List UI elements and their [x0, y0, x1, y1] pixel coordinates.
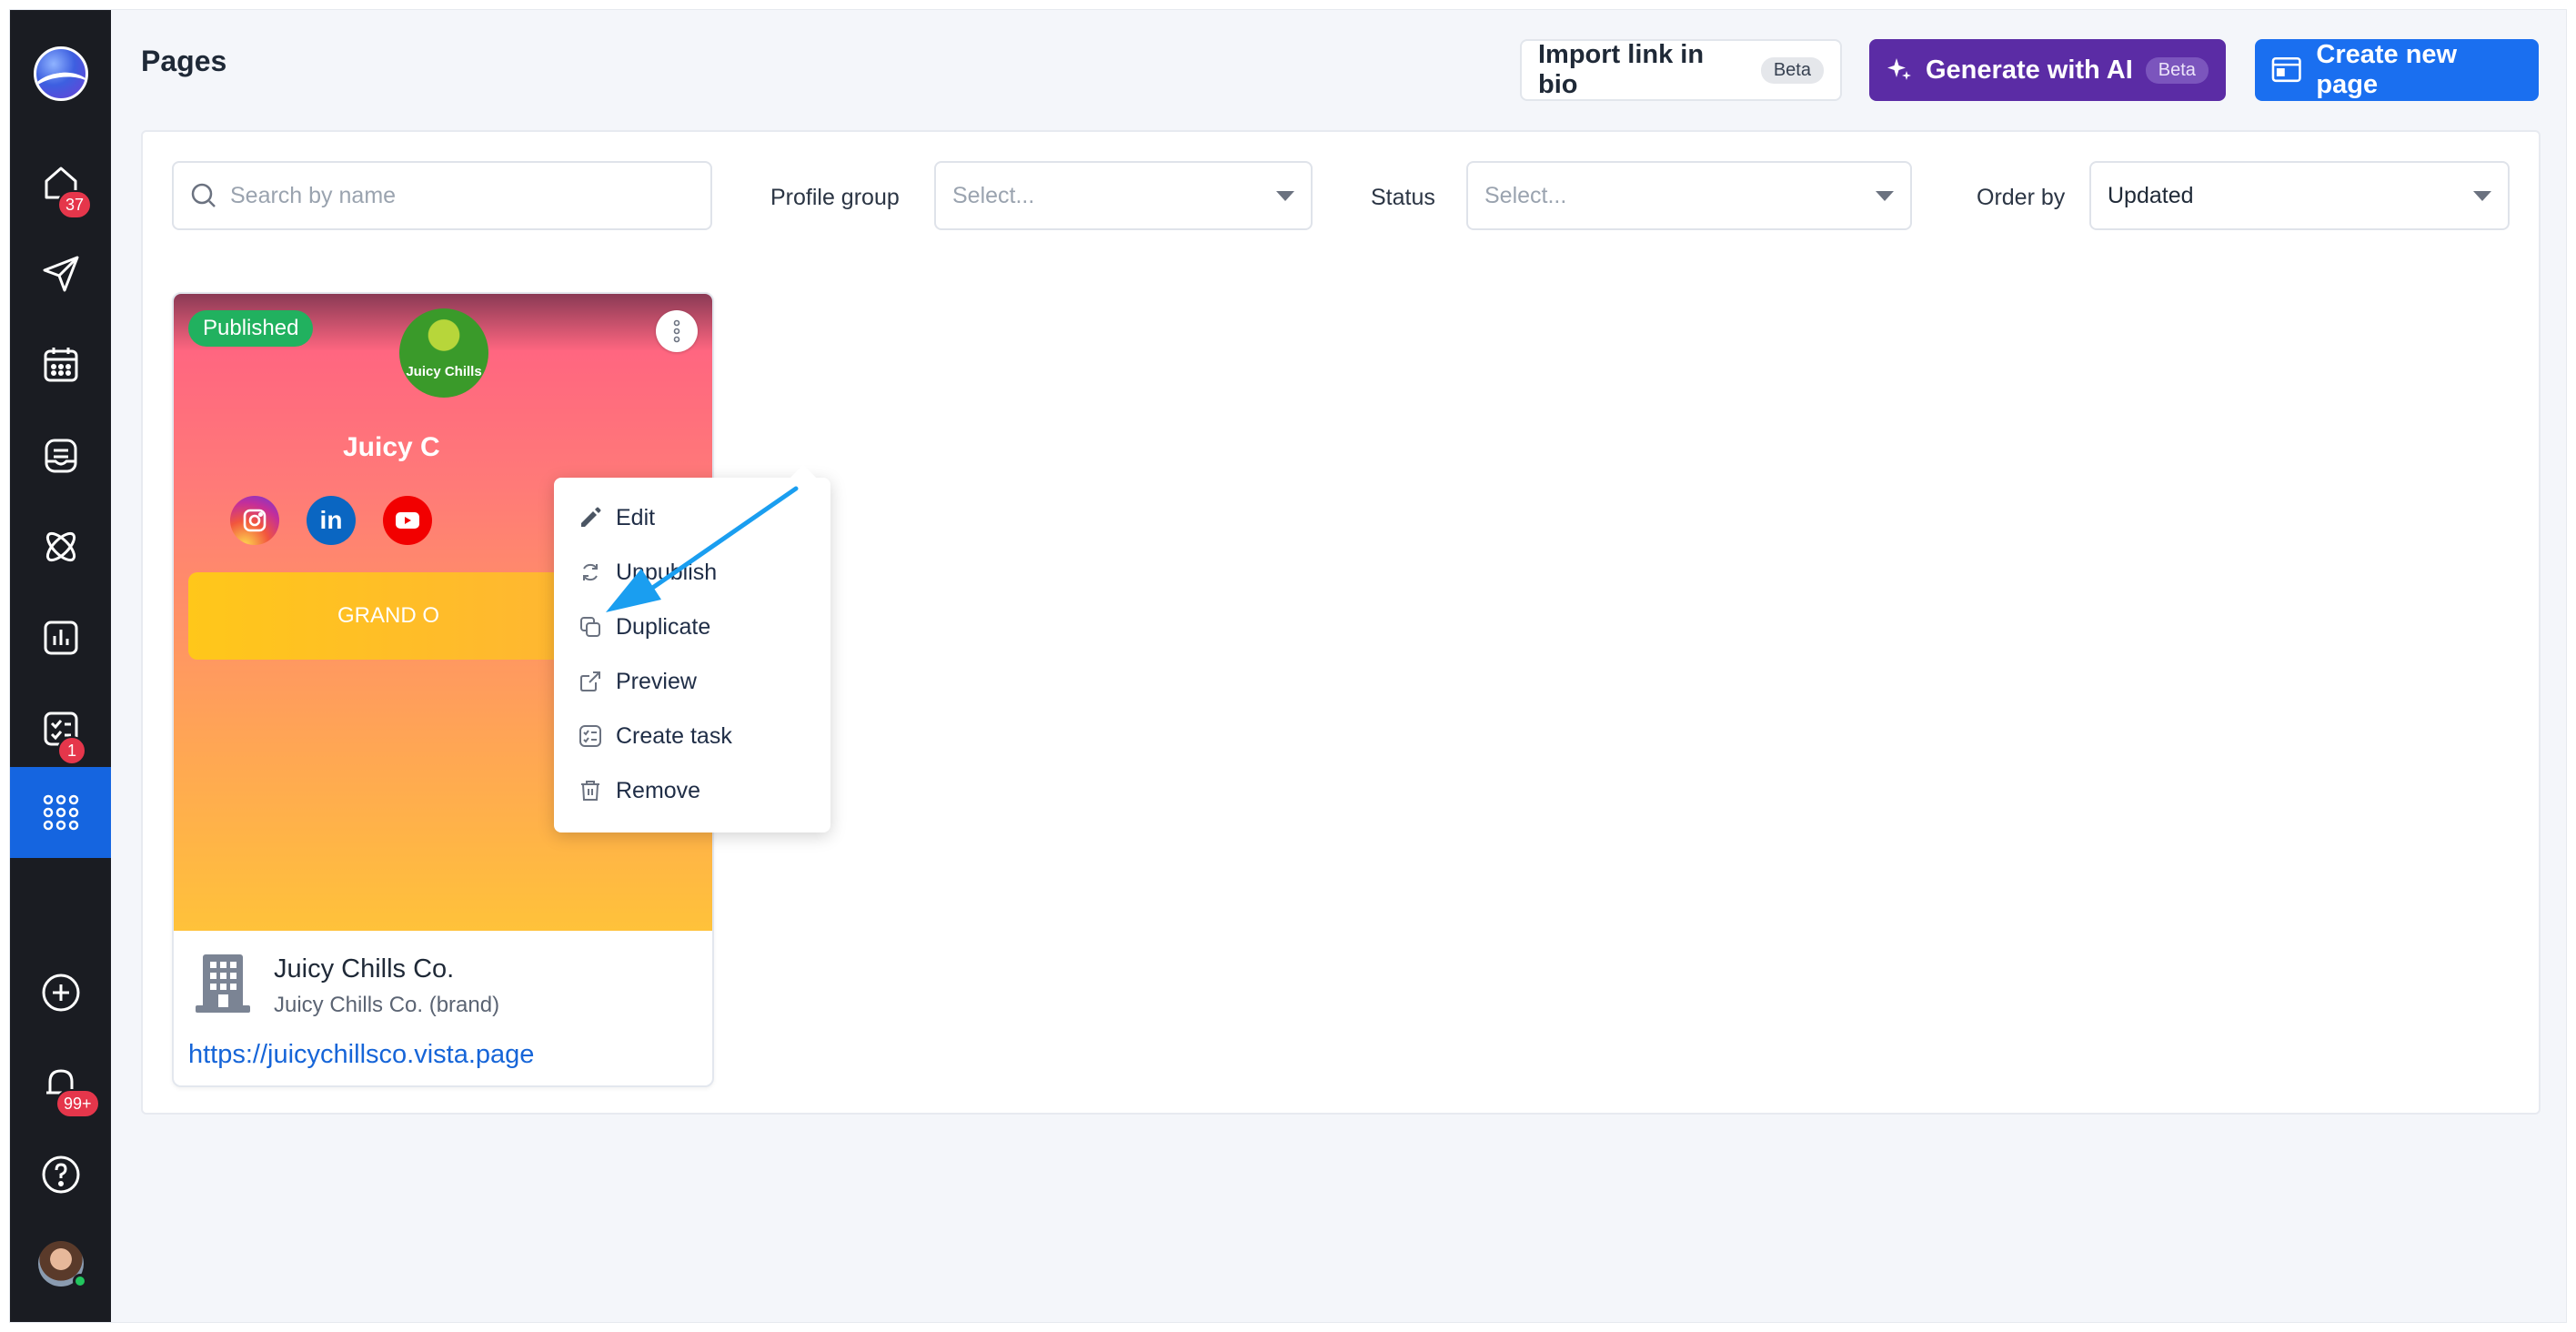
annotation-arrow — [606, 486, 799, 612]
app-window: 37 1 99+ Pages Import link in bio Beta G… — [9, 9, 2567, 1323]
